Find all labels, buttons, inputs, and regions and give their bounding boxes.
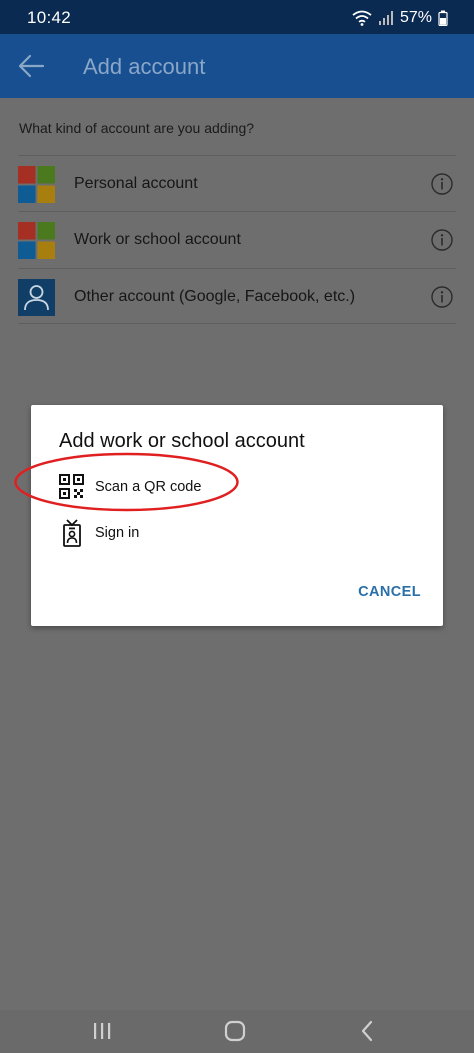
account-row-work[interactable]: Work or school account — [18, 211, 456, 267]
sign-in-option[interactable]: Sign in — [59, 518, 259, 548]
battery-percent: 57% — [399, 9, 432, 26]
account-label: Personal account — [74, 175, 198, 192]
page-title: Add account — [83, 54, 206, 79]
person-icon — [18, 279, 55, 316]
status-bar: 10:42 57% — [0, 0, 474, 34]
qr-code-icon — [59, 474, 84, 499]
signal-icon — [378, 11, 393, 25]
info-icon[interactable] — [431, 229, 453, 251]
info-icon[interactable] — [431, 173, 453, 195]
recent-apps-icon[interactable] — [88, 1018, 116, 1044]
badge-icon — [63, 519, 81, 547]
scan-qr-code-label: Scan a QR code — [95, 479, 202, 495]
account-row-other[interactable]: Other account (Google, Facebook, etc.) — [18, 268, 456, 324]
scan-qr-code-option[interactable]: Scan a QR code — [59, 472, 259, 502]
info-icon[interactable] — [431, 286, 453, 308]
microsoft-logo-icon — [18, 166, 55, 203]
account-row-personal[interactable]: Personal account — [18, 155, 456, 211]
dialog-title: Add work or school account — [59, 430, 305, 452]
account-label: Work or school account — [74, 231, 241, 248]
battery-icon — [438, 10, 448, 26]
wifi-icon — [352, 10, 372, 26]
account-label: Other account (Google, Facebook, etc.) — [74, 288, 356, 305]
back-icon[interactable] — [354, 1018, 382, 1044]
app-bar: Add account — [0, 34, 474, 98]
home-icon[interactable] — [221, 1018, 249, 1044]
status-time: 10:42 — [27, 8, 72, 27]
back-arrow-icon[interactable] — [17, 52, 47, 80]
status-icons: 57% — [352, 8, 448, 28]
sign-in-label: Sign in — [95, 525, 140, 541]
account-question: What kind of account are you adding? — [19, 120, 255, 136]
microsoft-logo-icon — [18, 222, 55, 259]
system-nav-bar — [0, 1010, 474, 1053]
add-work-account-dialog: Add work or school account Scan a QR cod… — [31, 405, 443, 626]
cancel-button[interactable]: CANCEL — [358, 582, 421, 602]
